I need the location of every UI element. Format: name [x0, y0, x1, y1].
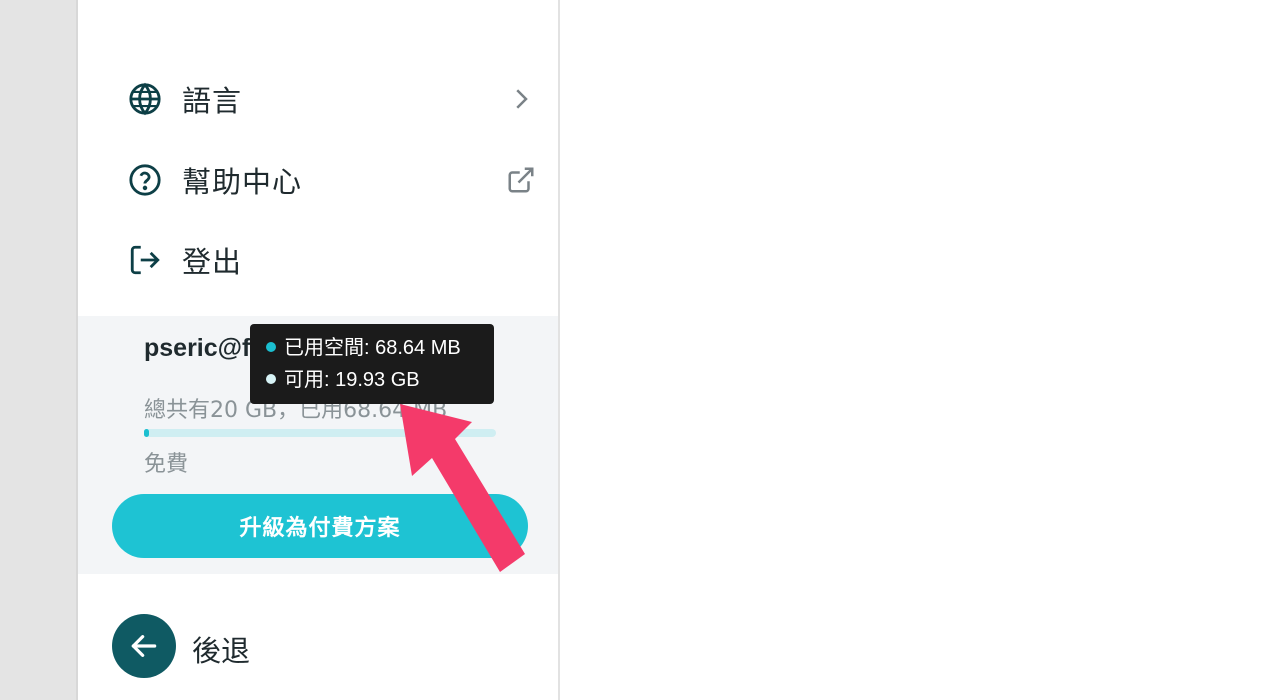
tooltip-free-row: 可用: 19.93 GB: [266, 366, 420, 394]
tooltip-free-text: 可用: 19.93 GB: [284, 369, 420, 391]
annotation-arrow-icon: [400, 404, 525, 572]
help-circle-icon: [129, 164, 161, 196]
used-legend-dot: [266, 341, 276, 352]
arrow-left-icon: [131, 635, 157, 657]
storage-tooltip: 已用空間: 68.64 MB 可用: 19.93 GB: [250, 324, 494, 404]
storage-usage-bar-fill: [144, 429, 149, 437]
back-button-circle: [112, 614, 176, 678]
tooltip-used-text: 已用空間: 68.64 MB: [284, 337, 461, 359]
menu-item-label: 登出: [182, 245, 243, 279]
globe-icon: [129, 82, 161, 116]
external-link-icon: [508, 167, 534, 193]
logout-icon: [130, 245, 160, 275]
account-email: pseric@fr: [144, 334, 261, 362]
menu-item-logout[interactable]: 登出: [78, 225, 558, 295]
chevron-right-icon: [516, 89, 528, 109]
menu-item-language[interactable]: 語言: [78, 64, 558, 134]
free-legend-dot: [266, 373, 276, 384]
tooltip-used-row: 已用空間: 68.64 MB: [266, 334, 461, 362]
left-gutter: [0, 0, 76, 700]
plan-name: 免費: [144, 452, 189, 477]
back-button[interactable]: 後退: [112, 614, 412, 678]
menu-item-label: 幫助中心: [182, 165, 303, 199]
menu-item-help-center[interactable]: 幫助中心: [78, 145, 558, 215]
menu-item-label: 語言: [182, 84, 243, 118]
back-label: 後退: [192, 634, 251, 668]
